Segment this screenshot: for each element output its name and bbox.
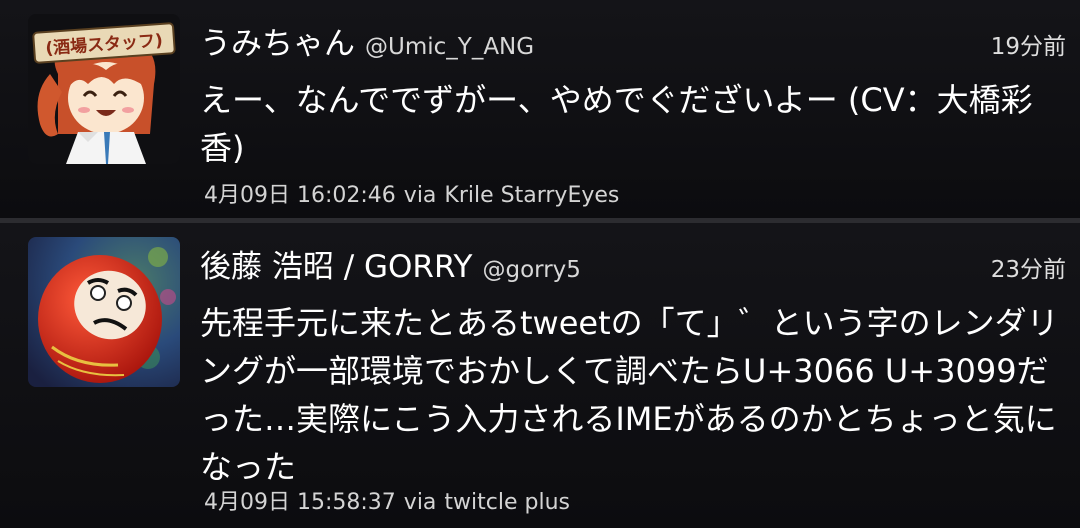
- tweet-timeline: (酒場スタッフ) うみちゃん @Umic_Y_ANG 19分前 えー、なんででず…: [0, 0, 1080, 528]
- avatar[interactable]: [28, 237, 180, 387]
- via-label: via: [403, 490, 437, 515]
- tweet-header: うみちゃん @Umic_Y_ANG 19分前: [200, 18, 1066, 64]
- tweet-item[interactable]: 後藤 浩昭 / GORRY @gorry5 23分前 先程手元に来たとあるtwe…: [0, 223, 1080, 528]
- via-label: via: [403, 183, 437, 208]
- screen-name[interactable]: @Umic_Y_ANG: [365, 34, 534, 60]
- tweet-header: 後藤 浩昭 / GORRY @gorry5 23分前: [200, 241, 1066, 287]
- display-name[interactable]: 後藤 浩昭 / GORRY: [200, 241, 472, 286]
- display-name[interactable]: うみちゃん: [200, 18, 355, 63]
- relative-time: 23分前: [990, 257, 1066, 283]
- relative-time: 19分前: [990, 34, 1066, 60]
- tweet-meta: 4月09日 16:02:46 via Krile StarryEyes: [204, 177, 619, 209]
- tweet-item[interactable]: (酒場スタッフ) うみちゃん @Umic_Y_ANG 19分前 えー、なんででず…: [0, 0, 1080, 218]
- tweet-meta: 4月09日 15:58:37 via twitcle plus: [204, 484, 570, 516]
- tweet-text: えー、なんででずがー、やめでぐだざいよー (CV：大橋彩香): [200, 81, 1033, 167]
- avatar[interactable]: (酒場スタッフ): [28, 14, 180, 164]
- avatar-image: (酒場スタッフ): [28, 14, 180, 164]
- timestamp: 4月09日 15:58:37: [204, 490, 396, 515]
- client-name[interactable]: twitcle plus: [444, 490, 570, 515]
- avatar-image: [28, 237, 180, 387]
- tweet-text: 先程手元に来たとあるtweetの「て」゛という字のレンダリングが一部環境でおかし…: [200, 304, 1059, 486]
- client-name[interactable]: Krile StarryEyes: [444, 183, 619, 208]
- screen-name[interactable]: @gorry5: [482, 257, 580, 283]
- timestamp: 4月09日 16:02:46: [204, 183, 396, 208]
